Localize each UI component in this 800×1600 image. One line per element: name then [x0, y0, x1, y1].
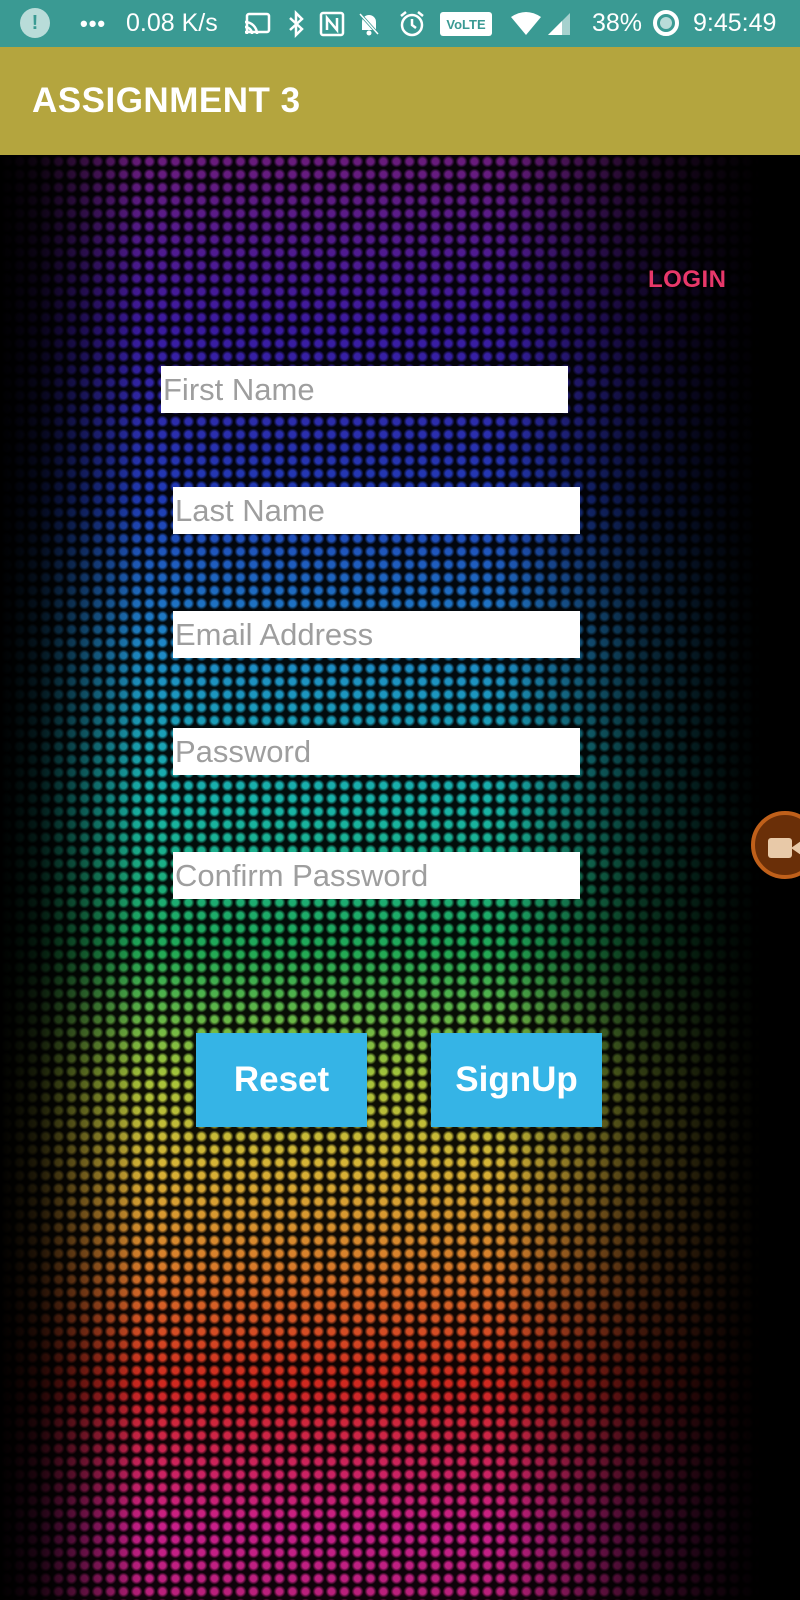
battery-icon — [653, 10, 679, 36]
bell-off-icon — [355, 0, 383, 47]
app-bar: ASSIGNMENT 3 — [0, 47, 800, 155]
app-title: ASSIGNMENT 3 — [32, 81, 301, 120]
first-name-field[interactable] — [161, 366, 568, 413]
confirm-password-field[interactable] — [173, 852, 580, 899]
reset-button[interactable]: Reset — [196, 1033, 367, 1127]
battery-percent: 38% — [592, 9, 643, 37]
clock: 9:45:49 — [693, 9, 777, 37]
last-name-field[interactable] — [173, 487, 580, 534]
status-bar: ! ••• 0.08 K/s VoLTE 38% 9:45:49 — [0, 0, 800, 47]
signup-button[interactable]: SignUp — [431, 1033, 602, 1127]
volte-icon: VoLTE — [440, 12, 492, 36]
alarm-icon — [398, 0, 426, 47]
more-notifications-icon: ••• — [80, 10, 107, 36]
video-camera-lens — [791, 841, 800, 855]
nfc-icon — [318, 0, 346, 47]
cast-icon — [243, 0, 271, 47]
network-speed: 0.08 K/s — [126, 9, 218, 37]
wifi-icon — [510, 0, 542, 47]
login-link[interactable]: LOGIN — [648, 266, 727, 294]
bluetooth-icon — [282, 0, 310, 47]
signal-icon — [545, 0, 573, 47]
email-field[interactable] — [173, 611, 580, 658]
password-field[interactable] — [173, 728, 580, 775]
video-camera-icon — [768, 838, 792, 858]
alert-icon: ! — [20, 8, 50, 38]
